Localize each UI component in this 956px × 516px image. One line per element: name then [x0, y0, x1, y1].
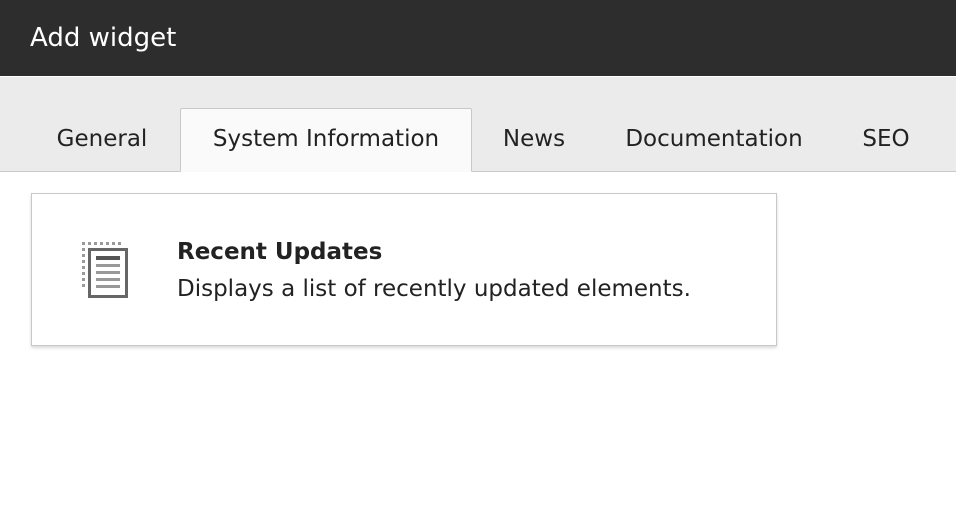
tab-documentation[interactable]: Documentation [596, 108, 832, 172]
widget-card-recent-updates[interactable]: Recent Updates Displays a list of recent… [31, 193, 777, 346]
tab-general[interactable]: General [28, 108, 176, 172]
widget-description: Displays a list of recently updated elem… [177, 276, 691, 302]
modal-header: Add widget [0, 0, 956, 76]
modal-title: Add widget [30, 23, 177, 53]
tab-bar: General System Information News Document… [0, 77, 956, 172]
document-list-icon [80, 242, 130, 300]
widget-title: Recent Updates [177, 239, 383, 265]
tab-system-information[interactable]: System Information [180, 108, 472, 172]
tab-seo[interactable]: SEO [836, 108, 936, 172]
tab-news[interactable]: News [476, 108, 592, 172]
